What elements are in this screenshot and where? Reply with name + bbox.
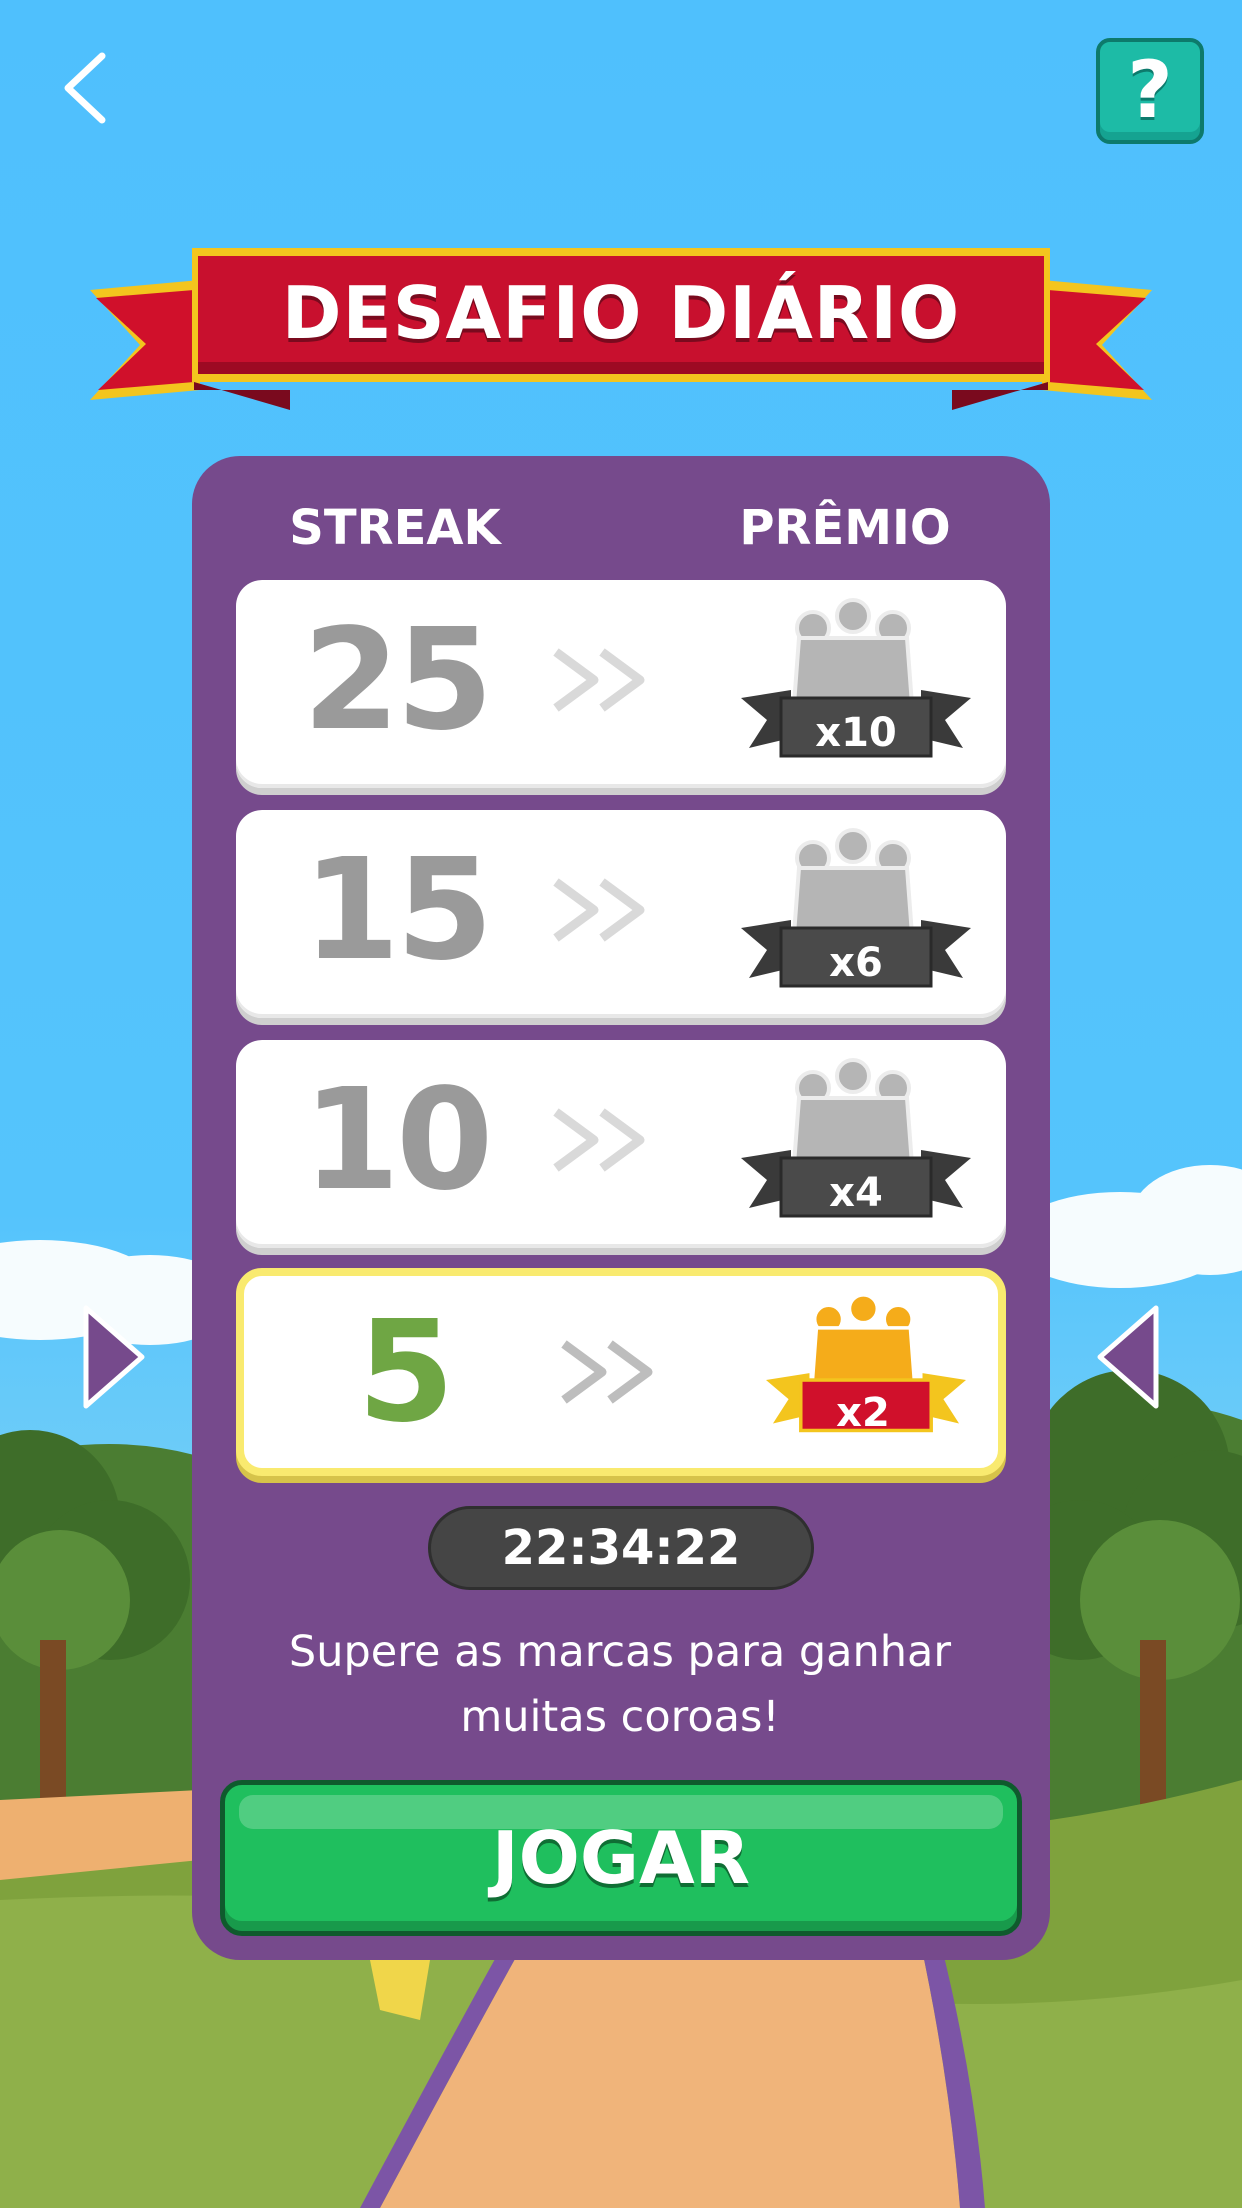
question-mark-icon: ? bbox=[1127, 46, 1173, 136]
next-arrow-icon[interactable] bbox=[82, 1302, 146, 1412]
double-chevron-right-icon bbox=[553, 1108, 645, 1172]
reward-row-15: 15 x6 bbox=[236, 810, 1006, 1018]
reward-row-10: 10 x4 bbox=[236, 1040, 1006, 1248]
back-button[interactable] bbox=[52, 48, 124, 128]
previous-arrow-icon[interactable] bbox=[1096, 1302, 1160, 1412]
multiplier-label: x10 bbox=[815, 710, 897, 756]
chevron-left-icon bbox=[64, 52, 106, 124]
streak-value: 25 bbox=[302, 598, 494, 762]
streak-header: STREAK bbox=[289, 500, 501, 556]
prize-header: PRÊMIO bbox=[739, 500, 951, 556]
double-chevron-right-icon bbox=[553, 648, 645, 712]
streak-value: 15 bbox=[302, 828, 494, 992]
double-chevron-right-icon bbox=[561, 1340, 653, 1404]
multiplier-label: x6 bbox=[829, 940, 883, 986]
play-button-label: JOGAR bbox=[491, 1816, 751, 1900]
streak-value: 10 bbox=[302, 1058, 494, 1222]
countdown-timer: 22:34:22 bbox=[428, 1506, 814, 1590]
help-button[interactable]: ? bbox=[1096, 38, 1204, 144]
reward-row-5: 5 x2 bbox=[236, 1268, 1006, 1476]
play-button[interactable]: JOGAR bbox=[220, 1780, 1022, 1936]
streak-value: 5 bbox=[357, 1290, 454, 1454]
multiplier-label: x2 bbox=[836, 1390, 890, 1436]
double-chevron-right-icon bbox=[553, 878, 645, 942]
multiplier-label: x4 bbox=[829, 1170, 883, 1216]
description-text: Supere as marcas para ganhar muitas coro… bbox=[288, 1627, 952, 1742]
reward-row-25: 25 x10 bbox=[236, 580, 1006, 788]
page-title: DESAFIO DIÁRIO bbox=[281, 271, 961, 355]
